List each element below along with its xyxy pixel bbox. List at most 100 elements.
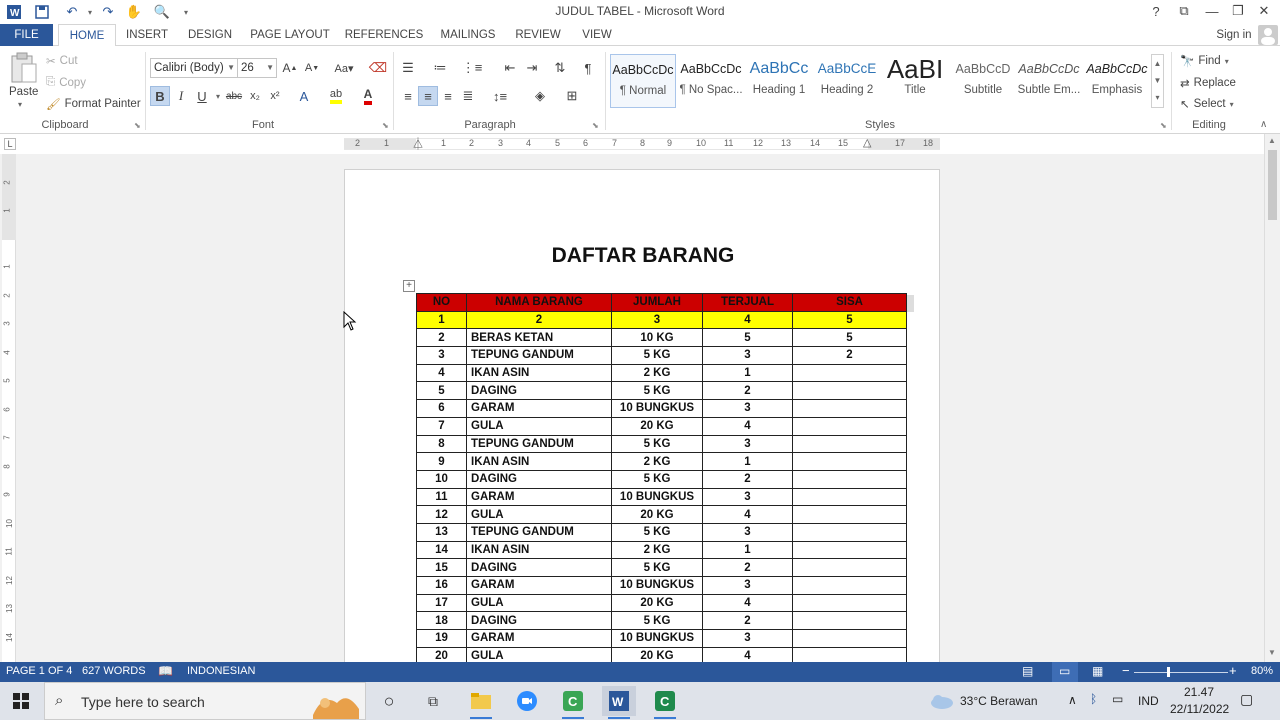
weather-cloud-icon[interactable] bbox=[928, 692, 954, 710]
zoom-level[interactable]: 80% bbox=[1251, 665, 1273, 677]
table-cell[interactable]: 20 bbox=[416, 646, 467, 662]
table-cell[interactable]: 10 bbox=[416, 469, 467, 489]
table-cell[interactable]: 20 KG bbox=[611, 416, 703, 436]
table-cell[interactable]: 18 bbox=[416, 611, 467, 631]
table-cell[interactable]: TEPUNG GANDUM bbox=[466, 522, 612, 542]
camtasia-icon[interactable]: C bbox=[556, 686, 590, 719]
print-layout-icon[interactable]: ▭ bbox=[1052, 662, 1078, 682]
document-workspace[interactable]: 2 1 1 2 3 4 5 6 7 8 9 10 11 12 13 14 DAF… bbox=[0, 154, 1264, 662]
multilevel-list-icon[interactable]: ⋮≡ bbox=[462, 58, 483, 78]
italic-button[interactable]: I bbox=[171, 86, 191, 106]
table-cell[interactable]: 5 bbox=[416, 381, 467, 401]
table-cell[interactable] bbox=[792, 381, 907, 401]
table-cell[interactable]: TEPUNG GANDUM bbox=[466, 346, 612, 365]
table-cell[interactable]: 19 bbox=[416, 629, 467, 648]
clock-time[interactable]: 21.47 bbox=[1184, 685, 1214, 699]
table-cell[interactable]: BERAS KETAN bbox=[466, 328, 612, 348]
table-cell[interactable]: 3 bbox=[702, 434, 793, 454]
table-cell[interactable]: 2 bbox=[702, 469, 793, 489]
taskbar-search[interactable]: ⌕ Type here to search bbox=[44, 682, 366, 720]
shrink-font-icon[interactable]: A ▼ bbox=[302, 58, 322, 78]
table-cell[interactable]: 2 bbox=[792, 346, 907, 365]
clipboard-launcher-icon[interactable]: ⬊ bbox=[134, 121, 141, 130]
table-cell[interactable] bbox=[792, 363, 907, 383]
table-cell[interactable] bbox=[792, 505, 907, 524]
table-cell[interactable]: GULA bbox=[466, 416, 612, 436]
bluetooth-icon[interactable]: ᛒ bbox=[1090, 692, 1097, 706]
table-cell[interactable]: 17 bbox=[416, 593, 467, 613]
paste-dropdown-icon[interactable]: ▾ bbox=[18, 100, 22, 109]
text-effects-icon[interactable]: A bbox=[294, 86, 314, 106]
table-cell[interactable] bbox=[792, 593, 907, 613]
scroll-down-icon[interactable]: ▼ bbox=[1268, 648, 1276, 657]
table-cell[interactable]: SISA bbox=[792, 293, 907, 312]
zoom-out-icon[interactable]: − bbox=[1122, 663, 1130, 678]
table-cell[interactable]: 2 bbox=[702, 611, 793, 631]
table-cell[interactable]: 20 KG bbox=[611, 505, 703, 524]
table-cell[interactable]: 10 BUNGKUS bbox=[611, 399, 703, 418]
indent-marker-icon[interactable]: ⏃ bbox=[412, 135, 424, 152]
tab-view[interactable]: VIEW bbox=[576, 24, 618, 46]
style-title[interactable]: AaBI Title bbox=[882, 54, 948, 108]
help-icon[interactable]: ? bbox=[1142, 0, 1170, 22]
styles-scroll-control[interactable]: ▲ ▼ ▾ bbox=[1151, 54, 1164, 108]
table-cell[interactable]: 5 KG bbox=[611, 381, 703, 401]
replace-button[interactable]: ⇄ Replace bbox=[1180, 76, 1236, 90]
paste-button[interactable] bbox=[8, 52, 38, 86]
table-cell[interactable]: 4 bbox=[702, 310, 793, 330]
sort-icon[interactable]: ⇅ bbox=[550, 58, 570, 78]
zoom-slider-thumb[interactable] bbox=[1167, 667, 1170, 677]
table-cell[interactable]: 3 bbox=[702, 487, 793, 507]
table-cell[interactable]: 4 bbox=[702, 593, 793, 613]
table-cell[interactable]: 5 KG bbox=[611, 434, 703, 454]
tab-home[interactable]: HOME bbox=[58, 24, 116, 47]
table-cell[interactable]: 14 bbox=[416, 540, 467, 560]
zoom-in-icon[interactable]: + bbox=[1229, 663, 1237, 678]
tab-references[interactable]: REFERENCES bbox=[344, 24, 424, 46]
style-subtle-emphasis[interactable]: AaBbCcDc Subtle Em... bbox=[1016, 54, 1082, 108]
input-language[interactable]: IND bbox=[1138, 694, 1159, 708]
weather-text[interactable]: 33°C Berawan bbox=[960, 694, 1038, 708]
table-cell[interactable]: 3 bbox=[702, 629, 793, 648]
borders-icon[interactable]: ⊞ bbox=[562, 86, 582, 106]
table-cell[interactable]: 6 bbox=[416, 399, 467, 418]
camtasia-recorder-icon[interactable]: C bbox=[648, 686, 682, 719]
format-painter-button[interactable]: 🖌 Format Painter bbox=[46, 97, 141, 111]
table-cell[interactable]: 10 BUNGKUS bbox=[611, 629, 703, 648]
table-cell[interactable]: 1 bbox=[702, 540, 793, 560]
table-cell[interactable]: 2 KG bbox=[611, 363, 703, 383]
goods-table[interactable]: NO NAMA BARANG JUMLAH TERJUAL SISA 1 2 3 4 5 2 BERA… bbox=[416, 293, 907, 662]
styles-launcher-icon[interactable]: ⬊ bbox=[1160, 121, 1167, 130]
minimize-icon[interactable]: — bbox=[1198, 0, 1226, 22]
table-cell[interactable] bbox=[792, 576, 907, 595]
tab-mailings[interactable]: MAILINGS bbox=[436, 24, 500, 46]
table-cell[interactable]: 10 KG bbox=[611, 328, 703, 348]
tab-file[interactable]: FILE bbox=[0, 24, 53, 46]
battery-icon[interactable]: ▭ bbox=[1112, 692, 1123, 706]
table-cell[interactable]: GARAM bbox=[466, 576, 612, 595]
table-cell[interactable]: IKAN ASIN bbox=[466, 452, 612, 471]
horizontal-ruler[interactable]: 2 1 ⏃ 1 2 3 4 5 6 7 8 9 10 11 12 13 14 1… bbox=[344, 135, 940, 152]
table-cell[interactable]: GULA bbox=[466, 646, 612, 662]
table-cell[interactable] bbox=[792, 646, 907, 662]
align-left-icon[interactable]: ≡ bbox=[398, 86, 418, 106]
strikethrough-button[interactable]: abc bbox=[224, 86, 244, 106]
style-emphasis[interactable]: AaBbCcDc Emphasis bbox=[1084, 54, 1150, 108]
numbering-icon[interactable]: ≔ bbox=[430, 58, 450, 78]
vertical-scrollbar[interactable]: ▲ ▼ bbox=[1264, 134, 1280, 662]
table-cell[interactable]: 1 bbox=[702, 452, 793, 471]
bold-button[interactable]: B bbox=[150, 86, 170, 106]
table-cell[interactable] bbox=[792, 416, 907, 436]
justify-icon[interactable]: ≣ bbox=[458, 86, 478, 106]
table-cell[interactable]: 1 bbox=[702, 363, 793, 383]
font-launcher-icon[interactable]: ⬊ bbox=[382, 121, 389, 130]
table-cell[interactable]: 1 bbox=[416, 310, 467, 330]
table-cell[interactable]: 2 KG bbox=[611, 452, 703, 471]
table-cell[interactable]: 5 bbox=[702, 328, 793, 348]
shading-icon[interactable]: ◈ bbox=[530, 86, 550, 106]
notifications-icon[interactable]: ▢ bbox=[1240, 691, 1253, 708]
table-cell[interactable] bbox=[792, 469, 907, 489]
show-hidden-icons-icon[interactable]: ∧ bbox=[1068, 693, 1077, 707]
scroll-up-icon[interactable]: ▲ bbox=[1268, 136, 1276, 145]
cut-button[interactable]: ✂ Cut bbox=[46, 54, 78, 68]
